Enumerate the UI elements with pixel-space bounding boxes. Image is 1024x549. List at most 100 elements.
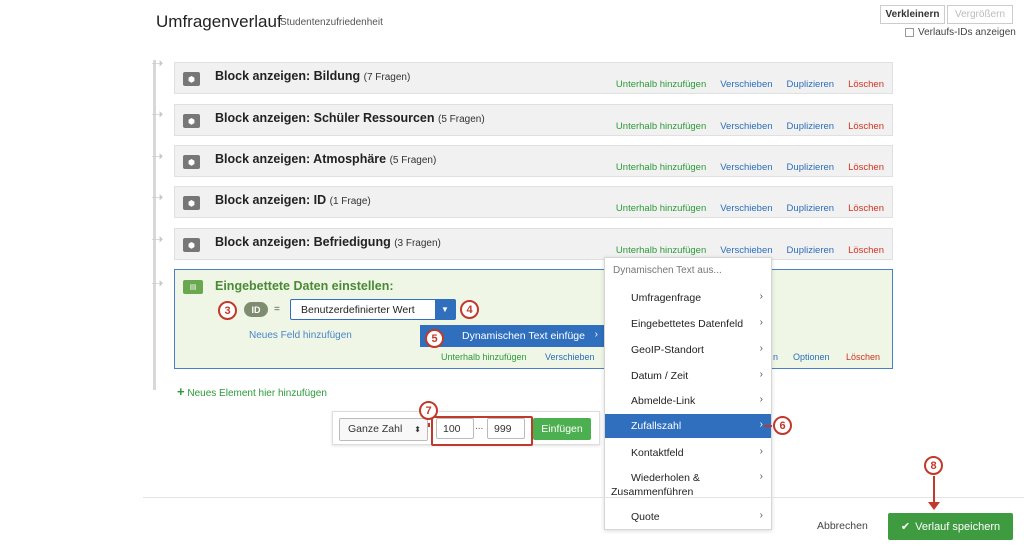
- checkmark-icon: ✔: [900, 521, 911, 533]
- chevron-right-icon: ›: [759, 471, 763, 482]
- updown-icon: ⬍: [414, 425, 421, 434]
- menu-item-abmelde-link[interactable]: Abmelde-Link ›: [605, 390, 771, 412]
- menu-item-kontaktfeld[interactable]: Kontaktfeld ›: [605, 442, 771, 464]
- chevron-right-icon: ›: [759, 291, 763, 302]
- number-type-selected: Ganze Zahl: [348, 423, 403, 435]
- chevron-right-icon: ›: [759, 394, 763, 405]
- value-type-select[interactable]: Benutzerdefinierter Wert ▼: [290, 299, 456, 320]
- move-link[interactable]: Verschieben: [720, 162, 772, 173]
- flow-arrow-icon: ➝: [151, 231, 164, 248]
- move-link-partial[interactable]: n: [773, 352, 778, 362]
- block-bildung[interactable]: ⬢ Block anzeigen: Bildung (7 Fragen) Unt…: [174, 62, 893, 94]
- duplicate-link[interactable]: Duplizieren: [787, 203, 835, 214]
- add-below-link[interactable]: Unterhalb hinzufügen: [616, 245, 706, 256]
- save-flow-button[interactable]: ✔ Verlauf speichern: [888, 513, 1013, 540]
- block-title: Block anzeigen: Befriedigung: [215, 235, 391, 249]
- footer-divider: [143, 497, 1024, 498]
- duplicate-link[interactable]: Duplizieren: [787, 245, 835, 256]
- delete-link[interactable]: Löschen: [848, 162, 884, 173]
- menu-item-geoip-standort[interactable]: GeoIP-Standort ›: [605, 339, 771, 361]
- show-ids-checkbox[interactable]: [905, 28, 914, 37]
- add-below-link[interactable]: Unterhalb hinzufügen: [616, 203, 706, 214]
- menu-item-label: Abmelde-Link: [631, 395, 696, 407]
- marker-arrow-line: [933, 476, 935, 504]
- menu-item-label: Datum / Zeit: [631, 370, 689, 382]
- show-ids-toggle[interactable]: Verlaufs-IDs anzeigen: [905, 27, 1016, 38]
- step-marker-7: 7: [419, 401, 438, 420]
- step-marker-4: 4: [460, 300, 479, 319]
- block-schueler-ressourcen[interactable]: ⬢ Block anzeigen: Schüler Ressourcen (5 …: [174, 104, 893, 136]
- menu-item-label: Wiederholen &: [631, 472, 700, 484]
- cancel-button[interactable]: Abbrechen: [817, 520, 868, 532]
- flow-arrow-icon: ➝: [151, 55, 164, 72]
- duplicate-link[interactable]: Duplizieren: [787, 121, 835, 132]
- menu-item-label: Zufallszahl: [631, 420, 682, 432]
- move-link[interactable]: Verschieben: [545, 352, 595, 362]
- move-link[interactable]: Verschieben: [720, 203, 772, 214]
- show-ids-label: Verlaufs-IDs anzeigen: [918, 27, 1016, 38]
- zoom-out-button[interactable]: Verkleinern: [880, 5, 945, 24]
- block-count: (3 Fragen): [394, 238, 441, 249]
- delete-link[interactable]: Löschen: [848, 203, 884, 214]
- block-count: (7 Fragen): [363, 72, 411, 83]
- field-pill-id[interactable]: ID: [244, 302, 268, 317]
- page-title: Umfragenverlauf: [156, 12, 282, 31]
- block-title: Block anzeigen: Atmosphäre: [215, 152, 387, 166]
- dynamic-text-label: Dynamischen Text einfüge: [462, 330, 585, 342]
- arrow-down-icon: [928, 502, 940, 510]
- menu-item-label: Umfragenfrage: [631, 292, 702, 304]
- add-new-element-label: Neues Element hier hinzufügen: [187, 388, 327, 399]
- block-title: Block anzeigen: ID: [215, 193, 327, 207]
- block-icon: ⬢: [183, 155, 200, 169]
- add-below-link[interactable]: Unterhalb hinzufügen: [441, 352, 527, 362]
- survey-name: Studentenzufriedenheit: [280, 17, 383, 28]
- move-link[interactable]: Verschieben: [720, 79, 772, 90]
- step-marker-3: 3: [218, 301, 237, 320]
- move-link[interactable]: Verschieben: [720, 121, 772, 132]
- menu-item-umfragenfrage[interactable]: Umfragenfrage ›: [605, 287, 771, 309]
- menu-item-eingebettetes-datenfeld[interactable]: Eingebettetes Datenfeld ›: [605, 313, 771, 335]
- delete-link[interactable]: Löschen: [848, 245, 884, 256]
- embedded-data-title: Eingebettete Daten einstellen:: [215, 279, 394, 293]
- options-link[interactable]: Optionen: [793, 352, 830, 362]
- duplicate-link[interactable]: Duplizieren: [787, 162, 835, 173]
- add-new-field-link[interactable]: Neues Feld hinzufügen: [249, 330, 352, 341]
- flow-arrow-icon: ➝: [151, 148, 164, 165]
- dynamic-text-option[interactable]: Dynamischen Text einfüge ›: [420, 325, 604, 347]
- block-count: (5 Fragen): [389, 155, 437, 166]
- menu-item-zufallszahl[interactable]: Zufallszahl ›: [605, 414, 771, 438]
- dynamic-text-submenu: Dynamischen Text aus... Umfragenfrage › …: [604, 257, 772, 530]
- equals-sign: =: [274, 304, 280, 315]
- step-marker-5: 5: [425, 329, 444, 348]
- number-type-select[interactable]: Ganze Zahl ⬍: [339, 418, 428, 441]
- chevron-right-icon: ›: [759, 343, 763, 354]
- block-icon: ⬢: [183, 196, 200, 210]
- move-link[interactable]: Verschieben: [720, 245, 772, 256]
- block-count: (1 Frage): [329, 196, 371, 207]
- delete-link[interactable]: Löschen: [848, 121, 884, 132]
- delete-link[interactable]: Löschen: [846, 352, 880, 362]
- flow-arrow-icon: ➝: [151, 106, 164, 123]
- menu-item-datum-zeit[interactable]: Datum / Zeit ›: [605, 365, 771, 387]
- random-number-toolbar: Ganze Zahl ⬍ 100 ... 999 Einfügen: [332, 411, 600, 446]
- add-below-link[interactable]: Unterhalb hinzufügen: [616, 79, 706, 90]
- add-below-link[interactable]: Unterhalb hinzufügen: [616, 121, 706, 132]
- menu-item-quote[interactable]: Quote ›: [605, 507, 771, 527]
- zoom-in-button[interactable]: Vergrößern: [947, 5, 1013, 24]
- chevron-right-icon: ›: [759, 510, 763, 521]
- step-marker-6: 6: [773, 416, 792, 435]
- block-count: (5 Fragen): [438, 114, 485, 125]
- delete-link[interactable]: Löschen: [848, 79, 884, 90]
- add-below-link[interactable]: Unterhalb hinzufügen: [616, 162, 706, 173]
- block-icon: ⬢: [183, 114, 200, 128]
- duplicate-link[interactable]: Duplizieren: [787, 79, 835, 90]
- chevron-down-icon[interactable]: ▼: [435, 300, 455, 319]
- add-new-element-link[interactable]: + Neues Element hier hinzufügen: [177, 384, 327, 399]
- menu-item-label: Eingebettetes Datenfeld: [631, 318, 744, 330]
- block-befriedigung[interactable]: ⬢ Block anzeigen: Befriedigung (3 Fragen…: [174, 228, 893, 260]
- block-atmosphaere[interactable]: ⬢ Block anzeigen: Atmosphäre (5 Fragen) …: [174, 145, 893, 177]
- embedded-data-block[interactable]: ▤ Eingebettete Daten einstellen:: [174, 269, 893, 369]
- chevron-right-icon: ›: [594, 329, 598, 340]
- block-id[interactable]: ⬢ Block anzeigen: ID (1 Frage) Unterhalb…: [174, 186, 893, 218]
- insert-button[interactable]: Einfügen: [533, 418, 591, 440]
